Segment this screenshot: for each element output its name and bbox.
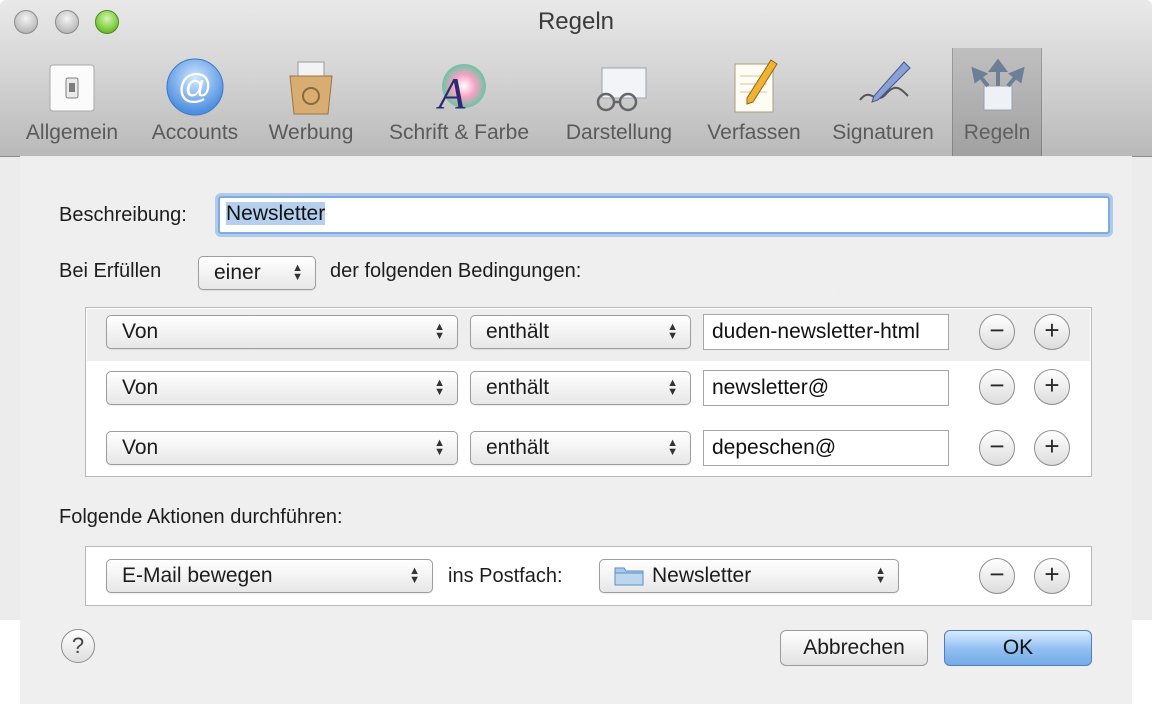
condition-field-value: Von	[122, 320, 159, 343]
actions-label: Folgende Aktionen durchführen:	[59, 506, 343, 528]
mailbox-popup[interactable]: Newsletter ▲ ▼	[599, 559, 899, 593]
toolbar-item-accounts[interactable]: @ Accounts	[140, 48, 250, 156]
remove-condition-button[interactable]: −	[979, 369, 1015, 405]
add-condition-button[interactable]: +	[1034, 314, 1070, 350]
toolbar-label: Accounts	[151, 121, 239, 144]
toolbar-label: Signaturen	[832, 121, 934, 144]
svg-text:@: @	[178, 68, 213, 106]
remove-condition-button[interactable]: −	[979, 314, 1015, 350]
mailbox-connector-label: ins Postfach:	[448, 565, 563, 587]
toolbar-item-regeln[interactable]: Regeln	[952, 48, 1042, 156]
toolbar-item-allgemein[interactable]: Allgemein	[12, 48, 132, 156]
condition-suffix-label: der folgenden Bedingungen:	[330, 260, 582, 282]
remove-condition-button[interactable]: −	[979, 430, 1015, 466]
toolbar-item-verfassen[interactable]: Verfassen	[696, 48, 812, 156]
toolbar-item-darstellung[interactable]: Darstellung	[552, 48, 686, 156]
popup-arrows-icon: ▲ ▼	[409, 565, 420, 586]
mailbox-value: Newsletter	[652, 564, 752, 587]
condition-field-value: Von	[122, 436, 159, 459]
popup-arrows-icon: ▲ ▼	[434, 321, 445, 342]
condition-value-input[interactable]: depeschen@	[703, 430, 949, 466]
condition-operator-value: enthält	[486, 320, 550, 343]
add-condition-button[interactable]: +	[1034, 430, 1070, 466]
action-type-value: E-Mail bewegen	[122, 564, 273, 587]
popup-arrows-icon: ▲ ▼	[434, 377, 445, 398]
folder-icon	[614, 567, 644, 586]
toolbar-item-signaturen[interactable]: Signaturen	[822, 48, 944, 156]
glasses-envelope-icon	[596, 67, 647, 112]
popup-arrows-icon: ▲ ▼	[434, 437, 445, 458]
match-type-popup[interactable]: einer ▲ ▼	[198, 256, 316, 290]
popup-arrows-icon: ▲ ▼	[667, 377, 678, 398]
toolbar-label: Regeln	[963, 121, 1031, 144]
add-condition-button[interactable]: +	[1034, 369, 1070, 405]
ok-button[interactable]: OK	[944, 630, 1092, 666]
signature-pen-icon	[859, 61, 911, 103]
at-sign-icon: @	[166, 58, 224, 116]
toolbar-label: Darstellung	[565, 121, 673, 144]
condition-value-input[interactable]: newsletter@	[703, 370, 949, 406]
general-switch-icon	[49, 64, 95, 112]
remove-action-button[interactable]: −	[979, 558, 1015, 594]
popup-arrows-icon: ▲ ▼	[875, 565, 886, 586]
font-color-icon: A	[436, 64, 486, 118]
toolbar: Regeln Allgemein @ Accounts Werbung A Sc…	[0, 0, 1152, 157]
condition-operator-popup[interactable]: enthält ▲ ▼	[470, 315, 691, 349]
toolbar-label: Allgemein	[25, 121, 119, 144]
popup-arrows-icon: ▲ ▼	[667, 437, 678, 458]
description-label: Beschreibung:	[59, 204, 187, 226]
add-action-button[interactable]: +	[1034, 558, 1070, 594]
popup-arrows-icon: ▲ ▼	[667, 321, 678, 342]
description-input[interactable]: Newsletter	[218, 196, 1110, 234]
help-button[interactable]: ?	[61, 629, 95, 663]
toolbar-label: Verfassen	[707, 121, 801, 144]
compose-pencil-icon	[734, 59, 778, 113]
toolbar-item-schrift-farbe[interactable]: A Schrift & Farbe	[376, 48, 542, 156]
toolbar-item-werbung[interactable]: Werbung	[258, 48, 364, 156]
match-type-value: einer	[214, 261, 261, 284]
condition-field-popup[interactable]: Von ▲ ▼	[106, 315, 458, 349]
condition-operator-popup[interactable]: enthält ▲ ▼	[470, 431, 691, 465]
cancel-button[interactable]: Abbrechen	[780, 630, 928, 666]
condition-operator-value: enthält	[486, 376, 550, 399]
toolbar-label: Schrift & Farbe	[388, 121, 530, 144]
condition-prefix-label: Bei Erfüllen	[59, 260, 162, 282]
rules-arrows-icon	[971, 58, 1025, 111]
description-value: Newsletter	[226, 202, 326, 225]
action-type-popup[interactable]: E-Mail bewegen ▲ ▼	[106, 559, 433, 593]
window-title: Regeln	[537, 8, 615, 35]
condition-value-input[interactable]: duden-newsletter-html	[703, 314, 949, 350]
condition-field-popup[interactable]: Von ▲ ▼	[106, 371, 458, 405]
svg-text:A: A	[436, 69, 467, 118]
condition-field-popup[interactable]: Von ▲ ▼	[106, 431, 458, 465]
popup-arrows-icon: ▲ ▼	[292, 262, 303, 283]
toolbar-label: Werbung	[268, 121, 354, 144]
condition-field-value: Von	[122, 376, 159, 399]
condition-operator-popup[interactable]: enthält ▲ ▼	[470, 371, 691, 405]
condition-operator-value: enthält	[486, 436, 550, 459]
junk-mail-bin-icon	[289, 61, 333, 115]
